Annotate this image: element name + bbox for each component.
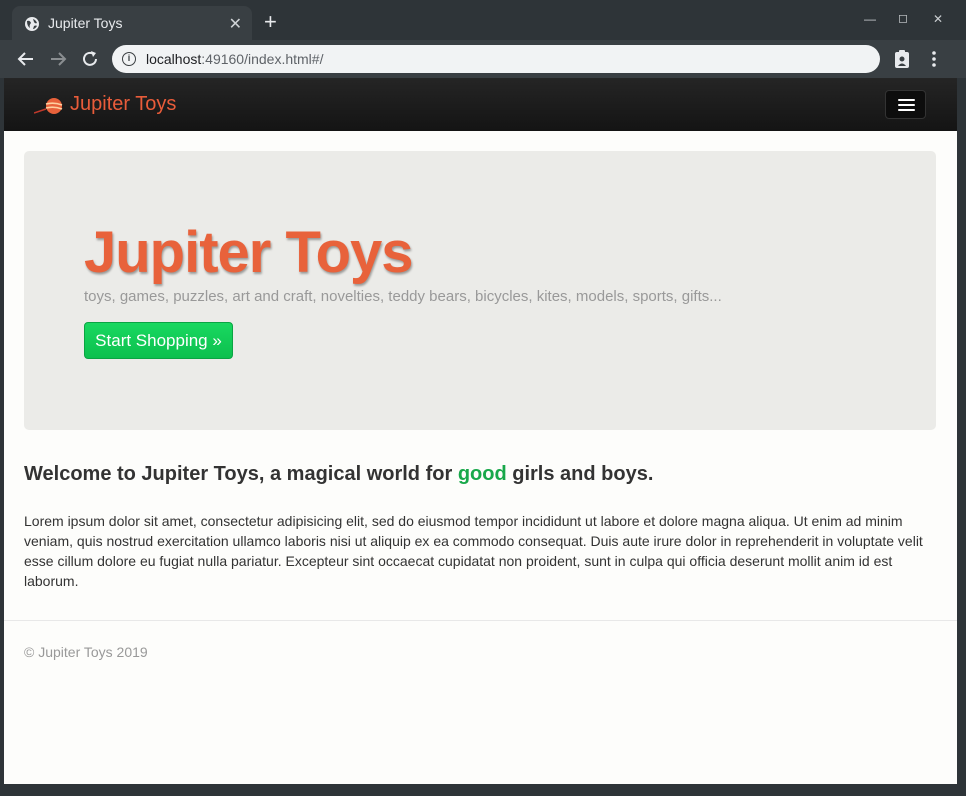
kebab-menu-icon[interactable] [930,49,938,69]
globe-icon [25,17,39,31]
minimize-icon[interactable]: — [864,12,876,26]
tab-strip: Jupiter Toys ✕ + — ◻ ✕ [0,0,966,41]
clipboard-icon[interactable] [893,49,911,69]
maximize-icon[interactable]: ◻ [898,11,908,25]
browser-window: Jupiter Toys ✕ + — ◻ ✕ i localhost:49160… [0,0,966,796]
welcome-heading: Welcome to Jupiter Toys, a magical world… [24,463,654,485]
welcome-body-text: Lorem ipsum dolor sit amet, consectetur … [24,513,923,589]
tab-title: Jupiter Toys [48,15,123,31]
new-tab-button[interactable]: + [264,11,277,33]
footer-divider [4,620,957,621]
window-bottom-edge [0,784,966,796]
hero-title: Jupiter Toys [84,220,414,285]
hero-tagline: toys, games, puzzles, art and craft, nov… [84,288,722,305]
address-url[interactable]: localhost:49160/index.html#/ [146,51,323,67]
footer-copyright: © Jupiter Toys 2019 [24,644,148,660]
info-icon[interactable]: i [122,52,136,66]
reload-icon[interactable] [80,49,100,69]
address-bar[interactable]: i localhost:49160/index.html#/ [112,45,880,73]
window-close-icon[interactable]: ✕ [933,12,943,26]
site-navbar: Jupiter Toys [4,78,957,131]
brand-name: Jupiter Toys [70,93,177,115]
welcome-highlight: good [457,463,507,485]
browser-tab[interactable]: Jupiter Toys ✕ [12,6,252,41]
hero-jumbotron: Jupiter Toys toys, games, puzzles, art a… [24,151,936,430]
hamburger-icon [898,99,915,101]
start-shopping-button[interactable]: Start Shopping » [84,322,233,359]
browser-toolbar: i localhost:49160/index.html#/ [0,40,966,78]
arrow-right-icon[interactable] [48,49,68,69]
hamburger-menu-button[interactable] [885,90,926,119]
tab-close-icon[interactable]: ✕ [229,14,242,34]
arrow-left-icon[interactable] [16,49,36,69]
page-viewport: Jupiter Toys Jupiter Toys toys, games, p… [4,78,957,784]
planet-logo-icon [34,98,63,114]
